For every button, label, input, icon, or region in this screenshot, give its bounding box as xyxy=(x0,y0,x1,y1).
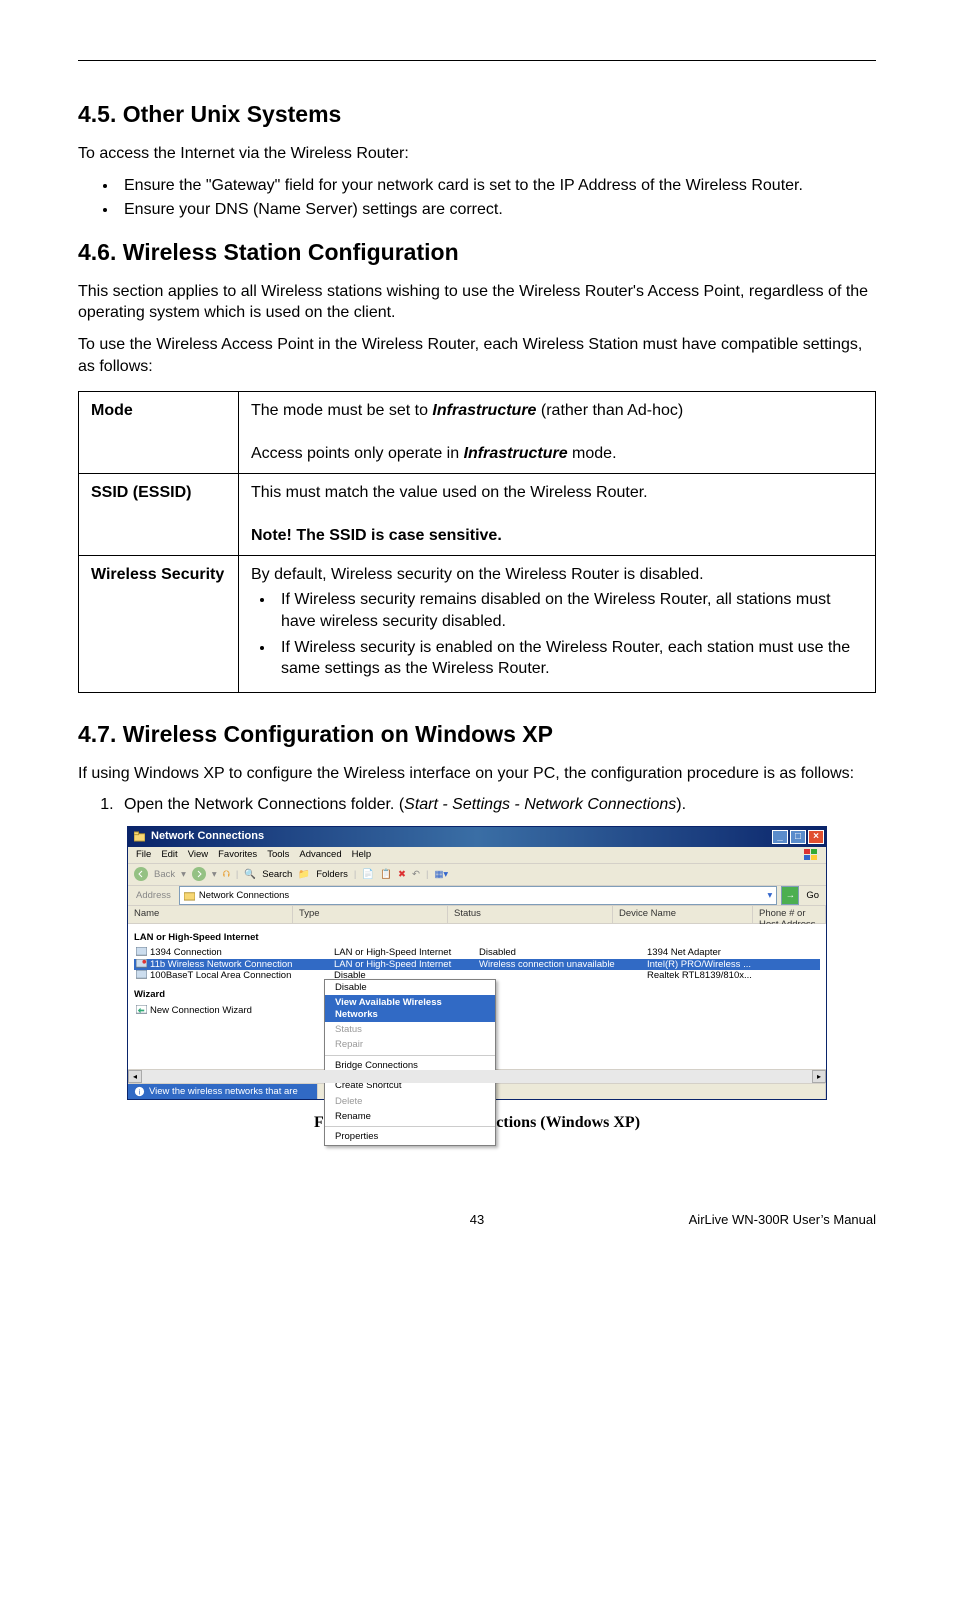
scroll-track[interactable] xyxy=(142,1070,812,1083)
address-label: Address xyxy=(132,886,175,905)
menu-disable[interactable]: Disable xyxy=(325,980,495,995)
config-table: Mode The mode must be set to Infrastruct… xyxy=(78,391,876,693)
menu-rename[interactable]: Rename xyxy=(325,1109,495,1124)
dropdown-icon[interactable]: ▾ xyxy=(768,890,773,901)
menu-view-available-networks[interactable]: View Available Wireless Networks xyxy=(325,995,495,1022)
folders-icon[interactable]: 📁 xyxy=(298,869,310,880)
intro-4-7: If using Windows XP to configure the Wir… xyxy=(78,763,876,785)
forward-icon[interactable] xyxy=(192,867,206,881)
step-1: Open the Network Connections folder. (St… xyxy=(118,794,876,816)
column-headers: Name Type Status Device Name Phone # or … xyxy=(128,906,826,924)
address-bar: Address Network Connections ▾ → Go xyxy=(128,886,826,906)
page-number: 43 xyxy=(344,1212,610,1227)
back-icon[interactable] xyxy=(134,867,148,881)
forward-dropdown-icon[interactable]: ▾ xyxy=(212,869,217,880)
network-connections-window: Network Connections _ □ × File Edit View… xyxy=(127,826,827,1100)
table-row: Mode The mode must be set to Infrastruct… xyxy=(79,392,876,474)
list-area: LAN or High-Speed Internet 1394 Connecti… xyxy=(128,924,826,1069)
menu-file[interactable]: File xyxy=(136,849,151,860)
copy-to-icon[interactable]: 📋 xyxy=(380,869,392,880)
scroll-right-button[interactable]: ▸ xyxy=(812,1070,826,1083)
back-button[interactable]: Back xyxy=(154,869,175,880)
delete-icon[interactable]: ✖ xyxy=(398,869,406,880)
cell-value: The mode must be set to Infrastructure (… xyxy=(239,392,876,474)
heading-4-7: 4.7. Wireless Configuration on Windows X… xyxy=(78,721,876,748)
status-text: View the wireless networks that are xyxy=(149,1086,298,1097)
menu-tools[interactable]: Tools xyxy=(267,849,289,860)
menu-properties[interactable]: Properties xyxy=(325,1129,495,1144)
go-button[interactable]: → xyxy=(781,886,799,905)
menu-view[interactable]: View xyxy=(188,849,208,860)
intro-4-5: To access the Internet via the Wireless … xyxy=(78,143,876,165)
network-folder-icon xyxy=(134,831,145,842)
steps-4-7: Open the Network Connections folder. (St… xyxy=(78,794,876,816)
menu-status[interactable]: Status xyxy=(325,1022,495,1037)
bullet-item: Ensure the "Gateway" field for your netw… xyxy=(118,175,876,197)
bullet-item: Ensure your DNS (Name Server) settings a… xyxy=(118,199,876,221)
menu-favorites[interactable]: Favorites xyxy=(218,849,257,860)
manual-title: AirLive WN-300R User’s Manual xyxy=(610,1212,876,1227)
table-row: Wireless Security By default, Wireless s… xyxy=(79,555,876,692)
close-button[interactable]: × xyxy=(808,830,824,844)
col-status[interactable]: Status xyxy=(448,906,613,923)
menu-advanced[interactable]: Advanced xyxy=(299,849,341,860)
horizontal-scrollbar[interactable]: ◂ ▸ xyxy=(128,1069,826,1083)
windows-flag-icon xyxy=(804,849,818,861)
wireless-icon xyxy=(136,959,147,970)
list-item[interactable]: 1394 Connection LAN or High-Speed Intern… xyxy=(134,947,820,958)
table-row: SSID (ESSID) This must match the value u… xyxy=(79,473,876,555)
menu-edit[interactable]: Edit xyxy=(161,849,177,860)
connection-icon xyxy=(136,970,147,981)
para-4-6-1: This section applies to all Wireless sta… xyxy=(78,281,876,324)
cell-label: Wireless Security xyxy=(79,555,239,692)
go-label: Go xyxy=(803,886,822,905)
col-device[interactable]: Device Name xyxy=(613,906,753,923)
menu-repair[interactable]: Repair xyxy=(325,1037,495,1052)
views-icon[interactable]: ▦▾ xyxy=(434,869,448,880)
page: 4.5. Other Unix Systems To access the In… xyxy=(0,0,954,1257)
folders-button[interactable]: Folders xyxy=(316,869,348,880)
col-name[interactable]: Name xyxy=(128,906,293,923)
move-to-icon[interactable]: 📄 xyxy=(362,869,374,880)
maximize-button[interactable]: □ xyxy=(790,830,806,844)
connection-icon xyxy=(136,947,147,958)
menu-separator xyxy=(325,1126,495,1127)
col-phone[interactable]: Phone # or Host Address xyxy=(753,906,826,923)
heading-4-5: 4.5. Other Unix Systems xyxy=(78,101,876,128)
list-item-selected[interactable]: 11b Wireless Network Connection LAN or H… xyxy=(134,959,820,970)
cell-value: This must match the value used on the Wi… xyxy=(239,473,876,555)
minimize-button[interactable]: _ xyxy=(772,830,788,844)
cell-label: SSID (ESSID) xyxy=(79,473,239,555)
address-input[interactable]: Network Connections ▾ xyxy=(179,886,777,905)
col-type[interactable]: Type xyxy=(293,906,448,923)
cell-value: By default, Wireless security on the Wir… xyxy=(239,555,876,692)
bullets-4-5: Ensure the "Gateway" field for your netw… xyxy=(78,175,876,221)
menu-bar: File Edit View Favorites Tools Advanced … xyxy=(128,847,826,864)
scroll-left-button[interactable]: ◂ xyxy=(128,1070,142,1083)
context-menu: Disable View Available Wireless Networks… xyxy=(324,979,496,1146)
search-button[interactable]: Search xyxy=(262,869,292,880)
cell-label: Mode xyxy=(79,392,239,474)
info-icon: i xyxy=(134,1086,145,1097)
para-4-6-2: To use the Wireless Access Point in the … xyxy=(78,334,876,377)
header-rule xyxy=(78,60,876,61)
window-title: Network Connections xyxy=(151,830,264,843)
group-lan: LAN or High-Speed Internet xyxy=(134,930,820,947)
menu-separator xyxy=(325,1055,495,1056)
up-icon[interactable]: ⮉ xyxy=(223,869,230,880)
undo-icon[interactable]: ↶ xyxy=(412,869,420,880)
page-footer: 43 AirLive WN-300R User’s Manual xyxy=(78,1212,876,1227)
heading-4-6: 4.6. Wireless Station Configuration xyxy=(78,239,876,266)
menu-help[interactable]: Help xyxy=(352,849,372,860)
toolbar: Back ▾ ▾ ⮉ | 🔍 Search 📁 Folders | 📄 📋 ✖ … xyxy=(128,864,826,886)
back-dropdown-icon[interactable]: ▾ xyxy=(181,869,186,880)
title-bar[interactable]: Network Connections _ □ × xyxy=(128,827,826,847)
wizard-icon xyxy=(136,1005,147,1016)
network-folder-icon xyxy=(184,890,195,901)
search-icon[interactable]: 🔍 xyxy=(244,869,256,880)
menu-delete[interactable]: Delete xyxy=(325,1094,495,1109)
